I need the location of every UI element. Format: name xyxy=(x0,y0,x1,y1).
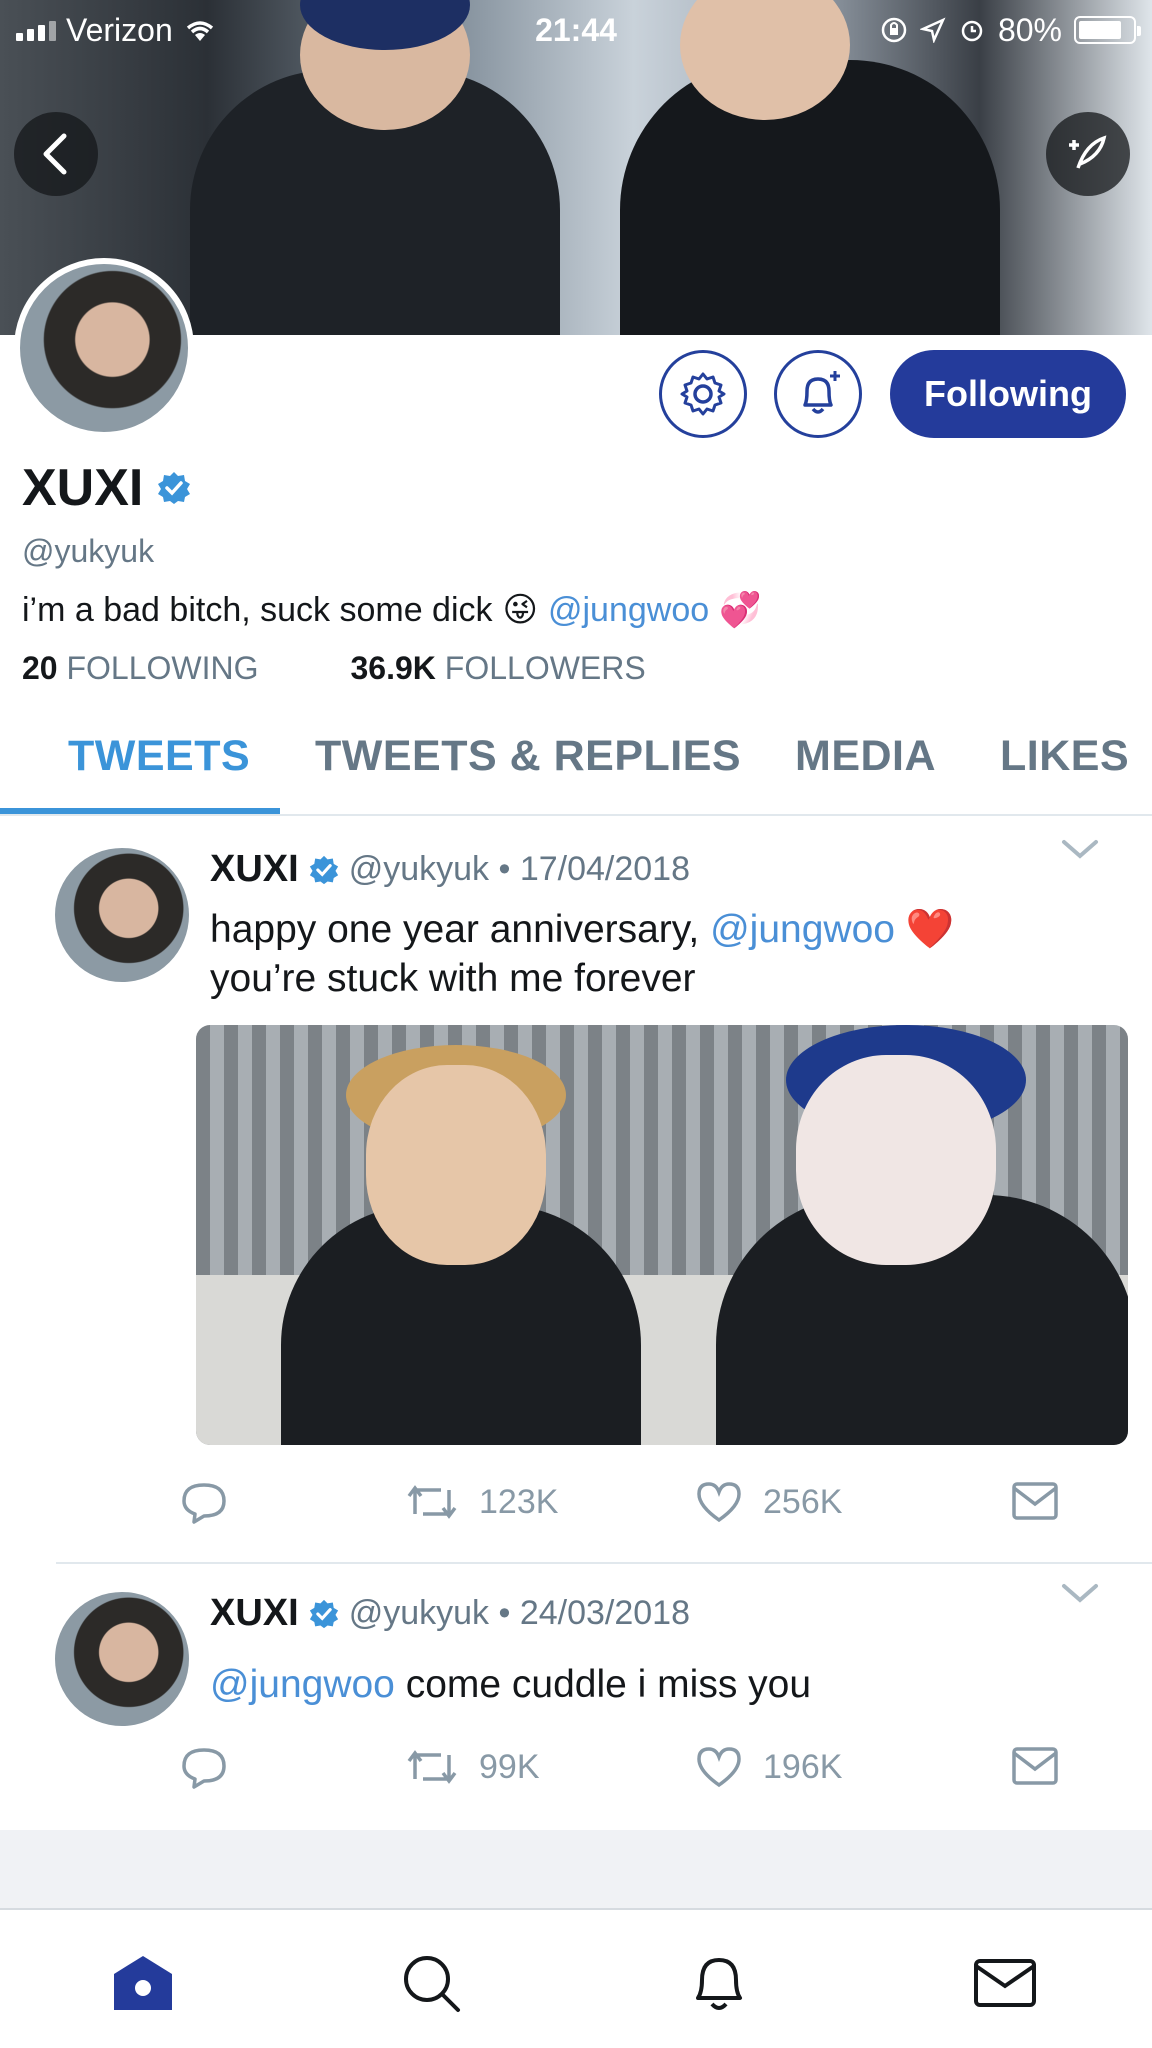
home-icon xyxy=(114,1956,172,2010)
verified-badge-icon xyxy=(157,471,191,505)
bottom-tab-bar xyxy=(0,1908,1152,2048)
settings-button[interactable] xyxy=(659,350,747,438)
profile-stats: 20 FOLLOWING 36.9K FOLLOWERS xyxy=(22,650,646,687)
profile-name: XUXI xyxy=(22,458,191,518)
profile-bio: i’m a bad bitch, suck some dick 😜 @jungw… xyxy=(22,590,762,630)
nav-home[interactable] xyxy=(108,1950,178,2016)
verified-badge-icon xyxy=(309,855,338,884)
tab-tweets-and-replies[interactable]: TWEETS & REPLIES xyxy=(315,732,741,781)
bio-mention-link[interactable]: @jungwoo xyxy=(548,591,709,630)
bell-icon xyxy=(696,1958,742,2010)
retweet-icon xyxy=(407,1750,457,1784)
compose-tweet-button[interactable] xyxy=(1046,112,1130,196)
tab-likes[interactable]: LIKES xyxy=(1000,732,1129,781)
nav-messages[interactable] xyxy=(970,1950,1040,2016)
tweet-mention-link[interactable]: @jungwoo xyxy=(710,908,895,951)
tab-media[interactable]: MEDIA xyxy=(795,732,936,781)
retweet-button[interactable]: 123K xyxy=(405,1480,558,1524)
profile-handle: @yukyuk xyxy=(22,533,155,569)
profile-tabs: TWEETS TWEETS & REPLIES MEDIA LIKES xyxy=(0,718,1152,816)
retweet-icon xyxy=(407,1485,457,1519)
search-icon xyxy=(404,1956,460,2012)
reply-icon xyxy=(182,1748,226,1789)
envelope-icon xyxy=(974,1959,1036,2007)
heart-icon xyxy=(697,1747,741,1788)
tweet-header: XUXI @yukyuk • 24/03/2018 xyxy=(210,1592,690,1635)
compose-icon xyxy=(1069,135,1107,169)
like-count: 196K xyxy=(763,1747,843,1786)
tab-tweets[interactable]: TWEETS xyxy=(68,732,250,781)
notifications-toggle-button[interactable] xyxy=(774,350,862,438)
tweet-media-image[interactable] xyxy=(196,1025,1128,1445)
back-button[interactable] xyxy=(14,112,98,196)
active-tab-indicator xyxy=(0,808,280,814)
reply-button[interactable] xyxy=(180,1745,228,1791)
heart-emoji: ❤️ xyxy=(905,908,955,951)
retweet-count: 99K xyxy=(479,1747,540,1786)
tweet-avatar[interactable] xyxy=(55,848,189,982)
bio-emoji-winking: 😜 xyxy=(502,591,538,629)
bio-emoji-hearts: 💞 xyxy=(719,591,762,629)
heart-icon xyxy=(697,1482,741,1523)
signal-icon xyxy=(16,19,56,41)
tweet-text: happy one year anniversary, @jungwoo ❤️ … xyxy=(210,908,955,1000)
like-button[interactable]: 256K xyxy=(695,1480,842,1524)
tweet-actions: 99K 196K xyxy=(180,1745,1080,1805)
followers-stat[interactable]: 36.9K FOLLOWERS xyxy=(351,650,646,687)
status-time: 21:44 xyxy=(535,11,617,48)
tweet-avatar[interactable] xyxy=(55,1592,189,1726)
orientation-lock-icon xyxy=(881,17,907,43)
tweet-author-name[interactable]: XUXI xyxy=(210,848,299,891)
chevron-down-icon[interactable] xyxy=(1060,1580,1100,1606)
status-bar: Verizon 21:44 80% xyxy=(0,0,1152,60)
like-button[interactable]: 196K xyxy=(695,1745,842,1789)
battery-percent: 80% xyxy=(997,11,1062,48)
nav-notifications[interactable] xyxy=(684,1950,754,2016)
battery-icon xyxy=(1074,16,1141,44)
back-icon xyxy=(43,133,67,175)
carrier-label: Verizon xyxy=(66,11,173,48)
tweet-header: XUXI @yukyuk • 17/04/2018 xyxy=(210,848,690,891)
chevron-down-icon[interactable] xyxy=(1060,836,1100,862)
reply-icon xyxy=(182,1483,226,1524)
gear-icon xyxy=(680,372,726,416)
tweet-meta: @yukyuk • 17/04/2018 xyxy=(348,850,690,888)
bell-plus-icon xyxy=(803,371,840,414)
reply-button[interactable] xyxy=(180,1480,228,1526)
alarm-icon xyxy=(961,20,983,42)
tweet-text: @jungwoo come cuddle i miss you xyxy=(210,1663,812,1706)
tweet-mention-link[interactable]: @jungwoo xyxy=(210,1663,395,1706)
verified-badge-icon xyxy=(309,1599,338,1628)
following-stat[interactable]: 20 FOLLOWING xyxy=(22,650,259,687)
tweet-meta: @yukyuk • 24/03/2018 xyxy=(348,1594,690,1632)
like-count: 256K xyxy=(763,1482,843,1521)
profile-display-name: XUXI xyxy=(22,459,144,517)
profile-avatar[interactable] xyxy=(14,258,194,438)
direct-message-button[interactable] xyxy=(1010,1480,1060,1522)
envelope-icon xyxy=(1012,1747,1058,1785)
bio-text: i’m a bad bitch, suck some dick xyxy=(22,590,493,629)
tweet-actions: 123K 256K xyxy=(180,1480,1080,1540)
envelope-icon xyxy=(1012,1482,1058,1520)
location-icon xyxy=(919,17,946,43)
direct-message-button[interactable] xyxy=(1010,1745,1060,1787)
following-button[interactable]: Following xyxy=(890,350,1126,438)
retweet-button[interactable]: 99K xyxy=(405,1745,540,1789)
timeline-end-spacer xyxy=(0,1830,1152,1910)
wifi-icon xyxy=(186,21,213,41)
tweet-author-name[interactable]: XUXI xyxy=(210,1592,299,1635)
retweet-count: 123K xyxy=(479,1482,559,1521)
tweet-divider xyxy=(56,1562,1152,1564)
nav-search[interactable] xyxy=(396,1950,466,2016)
